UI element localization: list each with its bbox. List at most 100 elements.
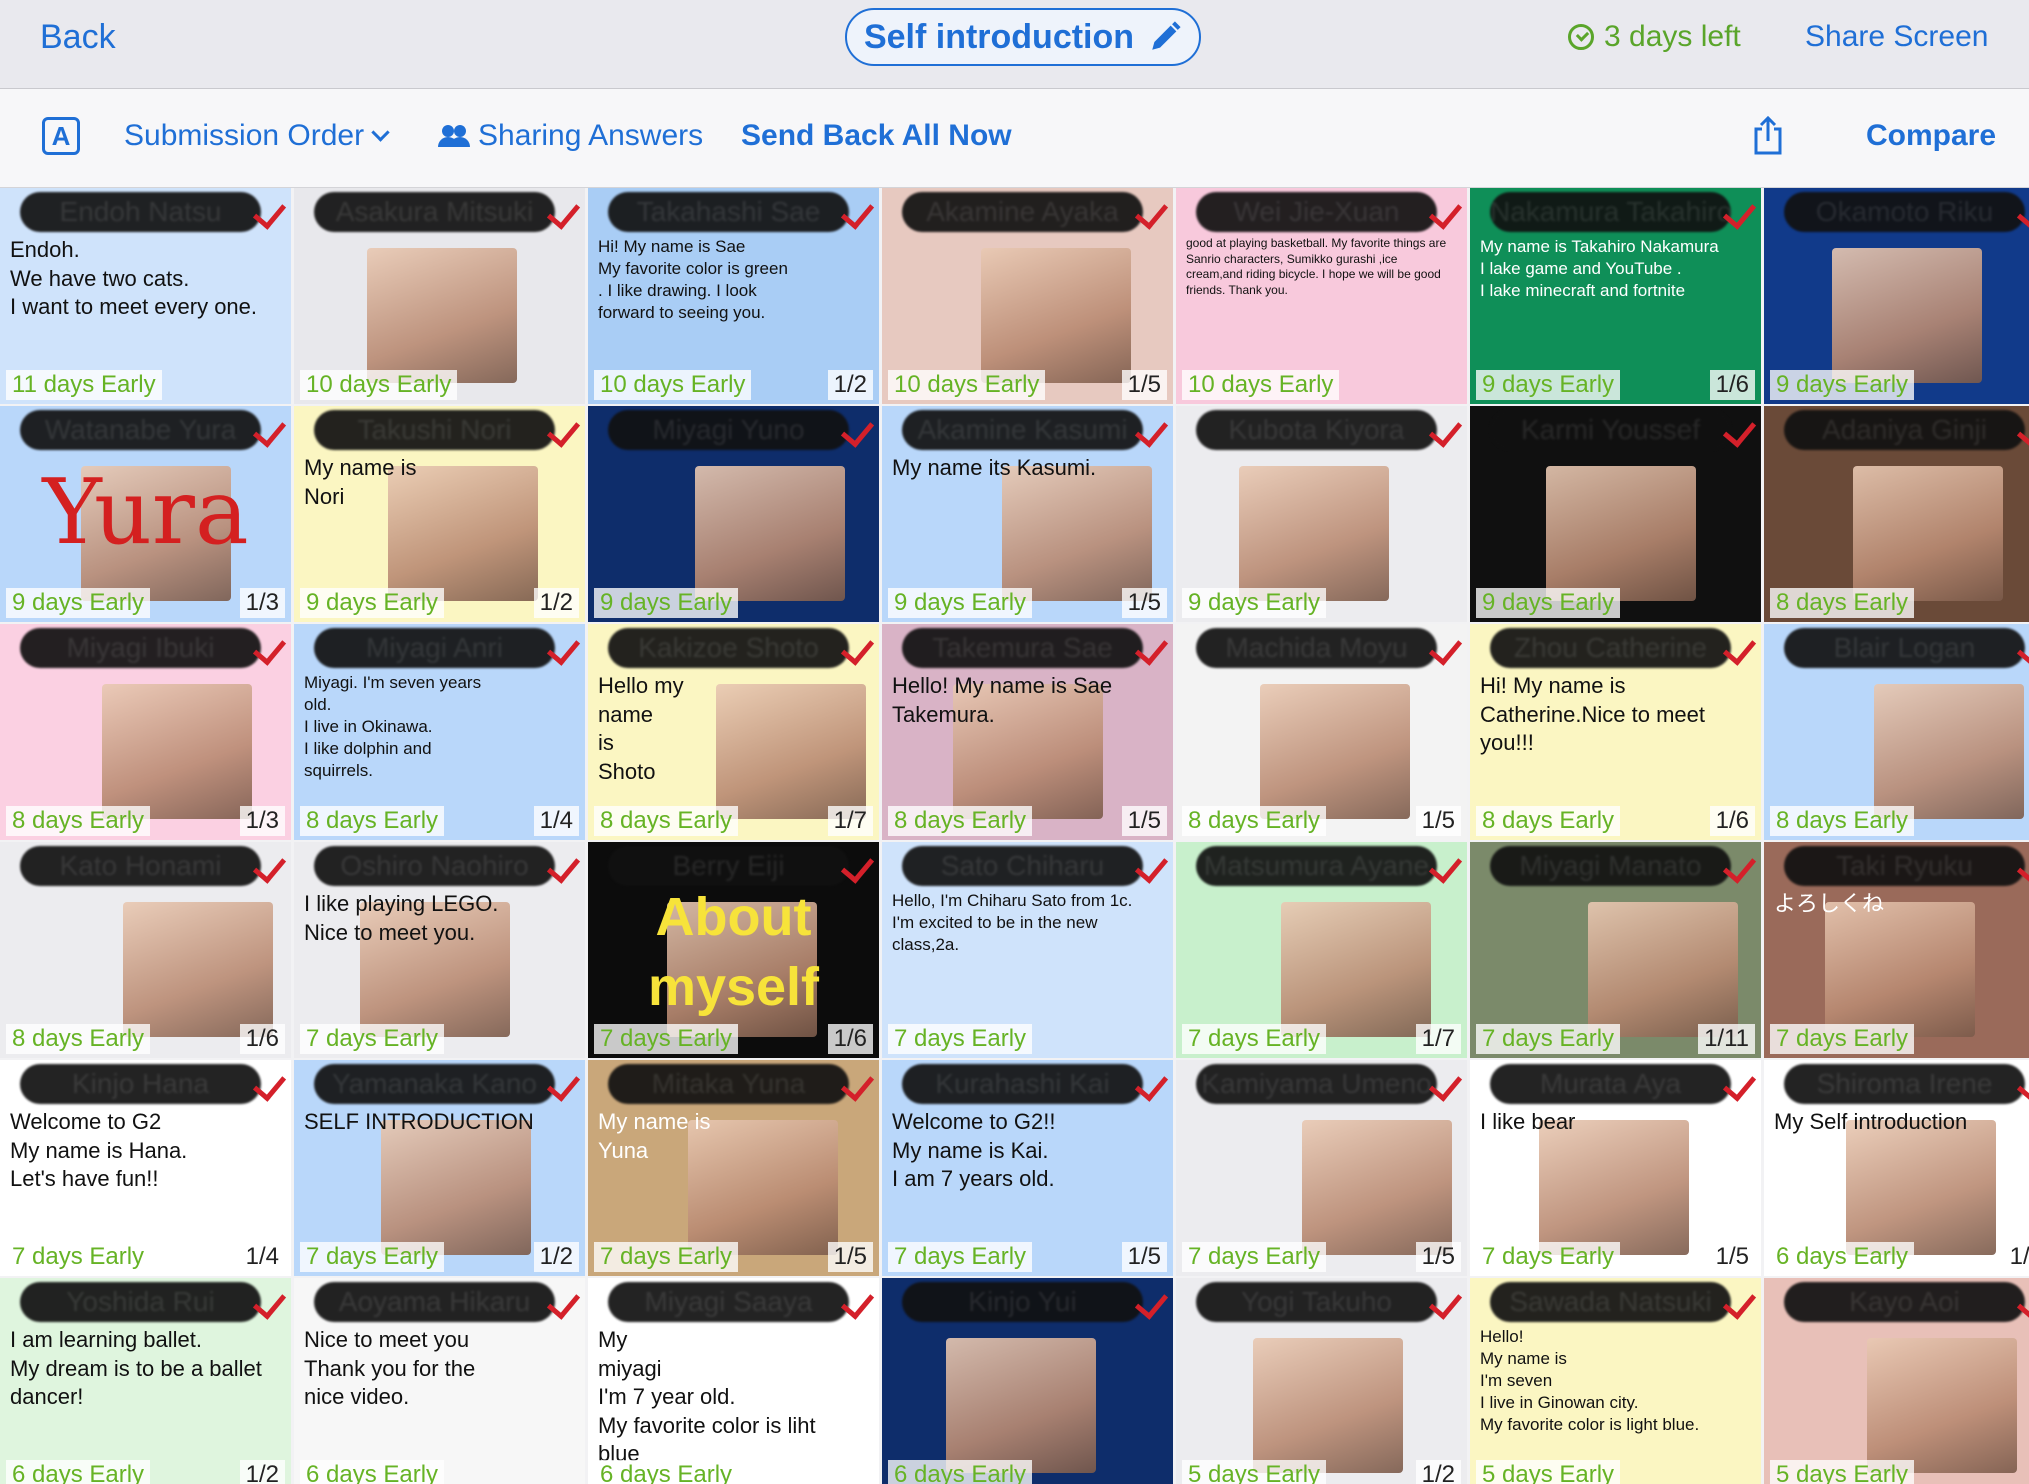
student-name: Miyagi Yuno <box>608 410 849 450</box>
student-photo <box>1846 1120 1996 1255</box>
submission-text: SELF INTRODUCTION <box>304 1109 534 1134</box>
submission-tile[interactable]: Karmi Youssef 9 days Early <box>1470 406 1761 622</box>
assignment-title-button[interactable]: Self introduction <box>845 8 1201 66</box>
student-name: Takushi Nori <box>314 410 555 450</box>
student-name: Kurahashi Kai <box>902 1064 1143 1104</box>
submission-status: 7 days Early <box>1182 1242 1327 1272</box>
submission-tile[interactable]: I like bear Murata Aya 7 days Early 1/5 <box>1470 1060 1761 1276</box>
submission-text: Hello, I'm Chiharu Sato from 1c. I'm exc… <box>892 891 1133 955</box>
submission-tile[interactable]: Nice to meet you Thank you for the nice … <box>294 1278 585 1484</box>
submission-tile[interactable]: Endoh. We have two cats. I want to meet … <box>0 188 291 404</box>
student-name: Takahashi Sae <box>608 192 849 232</box>
send-back-all-button[interactable]: Send Back All Now <box>741 119 1012 153</box>
submission-tile[interactable]: I like playing LEGO. Nice to meet you. Os… <box>294 842 585 1058</box>
submission-tile[interactable]: My name is Takahiro Nakamura I lake game… <box>1470 188 1761 404</box>
submission-tile[interactable]: My miyagi I'm 7 year old. My favorite co… <box>588 1278 879 1484</box>
sharing-answers-button[interactable]: Sharing Answers <box>438 119 703 153</box>
submission-status: 5 days Early <box>1476 1460 1621 1484</box>
submission-tile[interactable]: Kamiyama Umeno 7 days Early 1/5 <box>1176 1060 1467 1276</box>
page-count: 1/2 <box>533 1242 579 1272</box>
submission-status: 7 days Early <box>594 1242 739 1272</box>
submission-tile[interactable]: Welcome to G2 My name is Hana. Let's hav… <box>0 1060 291 1276</box>
submission-tile[interactable]: Okamoto Riku 9 days Early <box>1764 188 2029 404</box>
submission-tile[interactable]: good at playing basketball. My favorite … <box>1176 188 1467 404</box>
submission-tile[interactable]: Hello my name is Shoto Kakizoe Shoto 8 day… <box>588 624 879 840</box>
submission-text: Nice to meet you Thank you for the nice … <box>304 1327 476 1410</box>
submission-text: Hi! My name is Catherine.Nice to meet yo… <box>1480 673 1705 756</box>
student-name: Zhou Catherine <box>1490 628 1731 668</box>
submission-status: 6 days Early <box>1770 1242 1915 1272</box>
submission-order-label: Submission Order <box>124 119 365 152</box>
share-screen-button[interactable]: Share Screen <box>1805 20 1988 54</box>
submission-tile[interactable]: Miyagi Manato 7 days Early 1/11 <box>1470 842 1761 1058</box>
submission-status: 8 days Early <box>6 1024 151 1054</box>
student-name: Asakura Mitsuki <box>314 192 555 232</box>
submission-text: Hello! My name is I'm seven I live in Gi… <box>1480 1327 1700 1435</box>
page-count: 1/2 <box>827 370 873 400</box>
student-name: Miyagi Anri <box>314 628 555 668</box>
submission-tile[interactable]: Machida Moyu 8 days Early 1/5 <box>1176 624 1467 840</box>
share-icon[interactable] <box>1752 115 1784 155</box>
submission-tile[interactable]: Matsumura Ayane 7 days Early 1/7 <box>1176 842 1467 1058</box>
submission-tile[interactable]: Kinjo Yui 6 days Early <box>882 1278 1173 1484</box>
clock-check-icon <box>1568 24 1594 50</box>
submission-status: 8 days Early <box>300 806 445 836</box>
student-name: Watanabe Yura <box>20 410 261 450</box>
submission-tile[interactable]: Asakura Mitsuki 10 days Early <box>294 188 585 404</box>
submission-tile[interactable]: I am learning ballet. My dream is to be … <box>0 1278 291 1484</box>
text-view-toggle-icon[interactable]: A <box>42 117 80 155</box>
submission-tile[interactable]: Hello! My name is Sae Takemura. Takemura … <box>882 624 1173 840</box>
compare-button[interactable]: Compare <box>1866 119 1996 153</box>
submission-status: 8 days Early <box>1770 588 1915 618</box>
student-photo <box>981 248 1131 383</box>
submission-tile[interactable]: Kubota Kiyora 9 days Early <box>1176 406 1467 622</box>
submission-tile[interactable]: Miyagi Yuno 9 days Early <box>588 406 879 622</box>
submission-tile[interactable]: Miyagi. I'm seven years old. I live in O… <box>294 624 585 840</box>
submission-tile[interactable]: Hello! My name is I'm seven I live in Gi… <box>1470 1278 1761 1484</box>
submission-tile[interactable]: SELF INTRODUCTION Yamanaka Kano 7 days Ear… <box>294 1060 585 1276</box>
submission-tile[interactable]: Hi! My name is Catherine.Nice to meet yo… <box>1470 624 1761 840</box>
submission-tile[interactable]: About myself Berry Eiji 7 days Early 1/6 <box>588 842 879 1058</box>
submission-tile[interactable]: Hello, I'm Chiharu Sato from 1c. I'm exc… <box>882 842 1173 1058</box>
student-name: Sawada Natsuki <box>1490 1282 1731 1322</box>
student-name: Nakamura Takahiro <box>1490 192 1731 232</box>
student-name: Endoh Natsu <box>20 192 261 232</box>
submission-tile[interactable]: Hi! My name is Sae My favorite color is … <box>588 188 879 404</box>
page-count: 1/6 <box>1709 370 1755 400</box>
submission-status: 9 days Early <box>1476 588 1621 618</box>
submission-status: 9 days Early <box>1770 370 1915 400</box>
submission-tile[interactable]: Akamine Ayaka 10 days Early 1/5 <box>882 188 1173 404</box>
submission-tile[interactable]: Miyagi Ibuki 8 days Early 1/3 <box>0 624 291 840</box>
submission-tile[interactable]: My name is Nori Takushi Nori 9 days Early 1… <box>294 406 585 622</box>
submission-tile[interactable]: Yura Watanabe Yura 9 days Early 1/3 <box>0 406 291 622</box>
submission-tile[interactable]: My Self introduction Shiroma Irene 6 days … <box>1764 1060 2029 1276</box>
submission-tile[interactable]: よろしくね Taki Ryuku 7 days Early <box>1764 842 2029 1058</box>
submission-tile[interactable]: Welcome to G2!! My name is Kai. I am 7 y… <box>882 1060 1173 1276</box>
student-name: Machida Moyu <box>1196 628 1437 668</box>
submission-tile[interactable]: Blair Logan 8 days Early <box>1764 624 2029 840</box>
student-name: Karmi Youssef <box>1490 410 1731 450</box>
submission-tile[interactable]: My name is Yuna Mitaka Yuna 7 days Early 1/… <box>588 1060 879 1276</box>
page-count: 1/3 <box>239 806 285 836</box>
page-count: 1/5 <box>1709 1242 1755 1272</box>
submission-tile[interactable]: Kato Honami 8 days Early 1/6 <box>0 842 291 1058</box>
student-photo <box>1539 1120 1689 1255</box>
submission-status: 10 days Early <box>300 370 458 400</box>
submission-tile[interactable]: My name its Kasumi. Akamine Kasumi 9 days … <box>882 406 1173 622</box>
submission-status: 9 days Early <box>888 588 1033 618</box>
submission-status: 8 days Early <box>1182 806 1327 836</box>
submission-tile[interactable]: Yogi Takuho 5 days Early 1/2 <box>1176 1278 1467 1484</box>
student-photo <box>1260 684 1410 819</box>
page-count: 1/7 <box>827 806 873 836</box>
back-button[interactable]: Back <box>40 18 116 57</box>
student-photo <box>1853 466 2003 601</box>
student-name: Takemura Sae <box>902 628 1143 668</box>
page-count: 1/2 <box>1415 1460 1461 1484</box>
student-name: Aoyama Hikaru <box>314 1282 555 1322</box>
student-photo <box>1832 248 1982 383</box>
page-count: 1/2 <box>239 1460 285 1484</box>
submission-tile[interactable]: Kayo Aoi 5 days Early <box>1764 1278 2029 1484</box>
submission-tile[interactable]: Adaniya Ginji 8 days Early <box>1764 406 2029 622</box>
submission-order-dropdown[interactable]: Submission Order <box>124 119 390 153</box>
assignment-title: Self introduction <box>863 17 1135 56</box>
